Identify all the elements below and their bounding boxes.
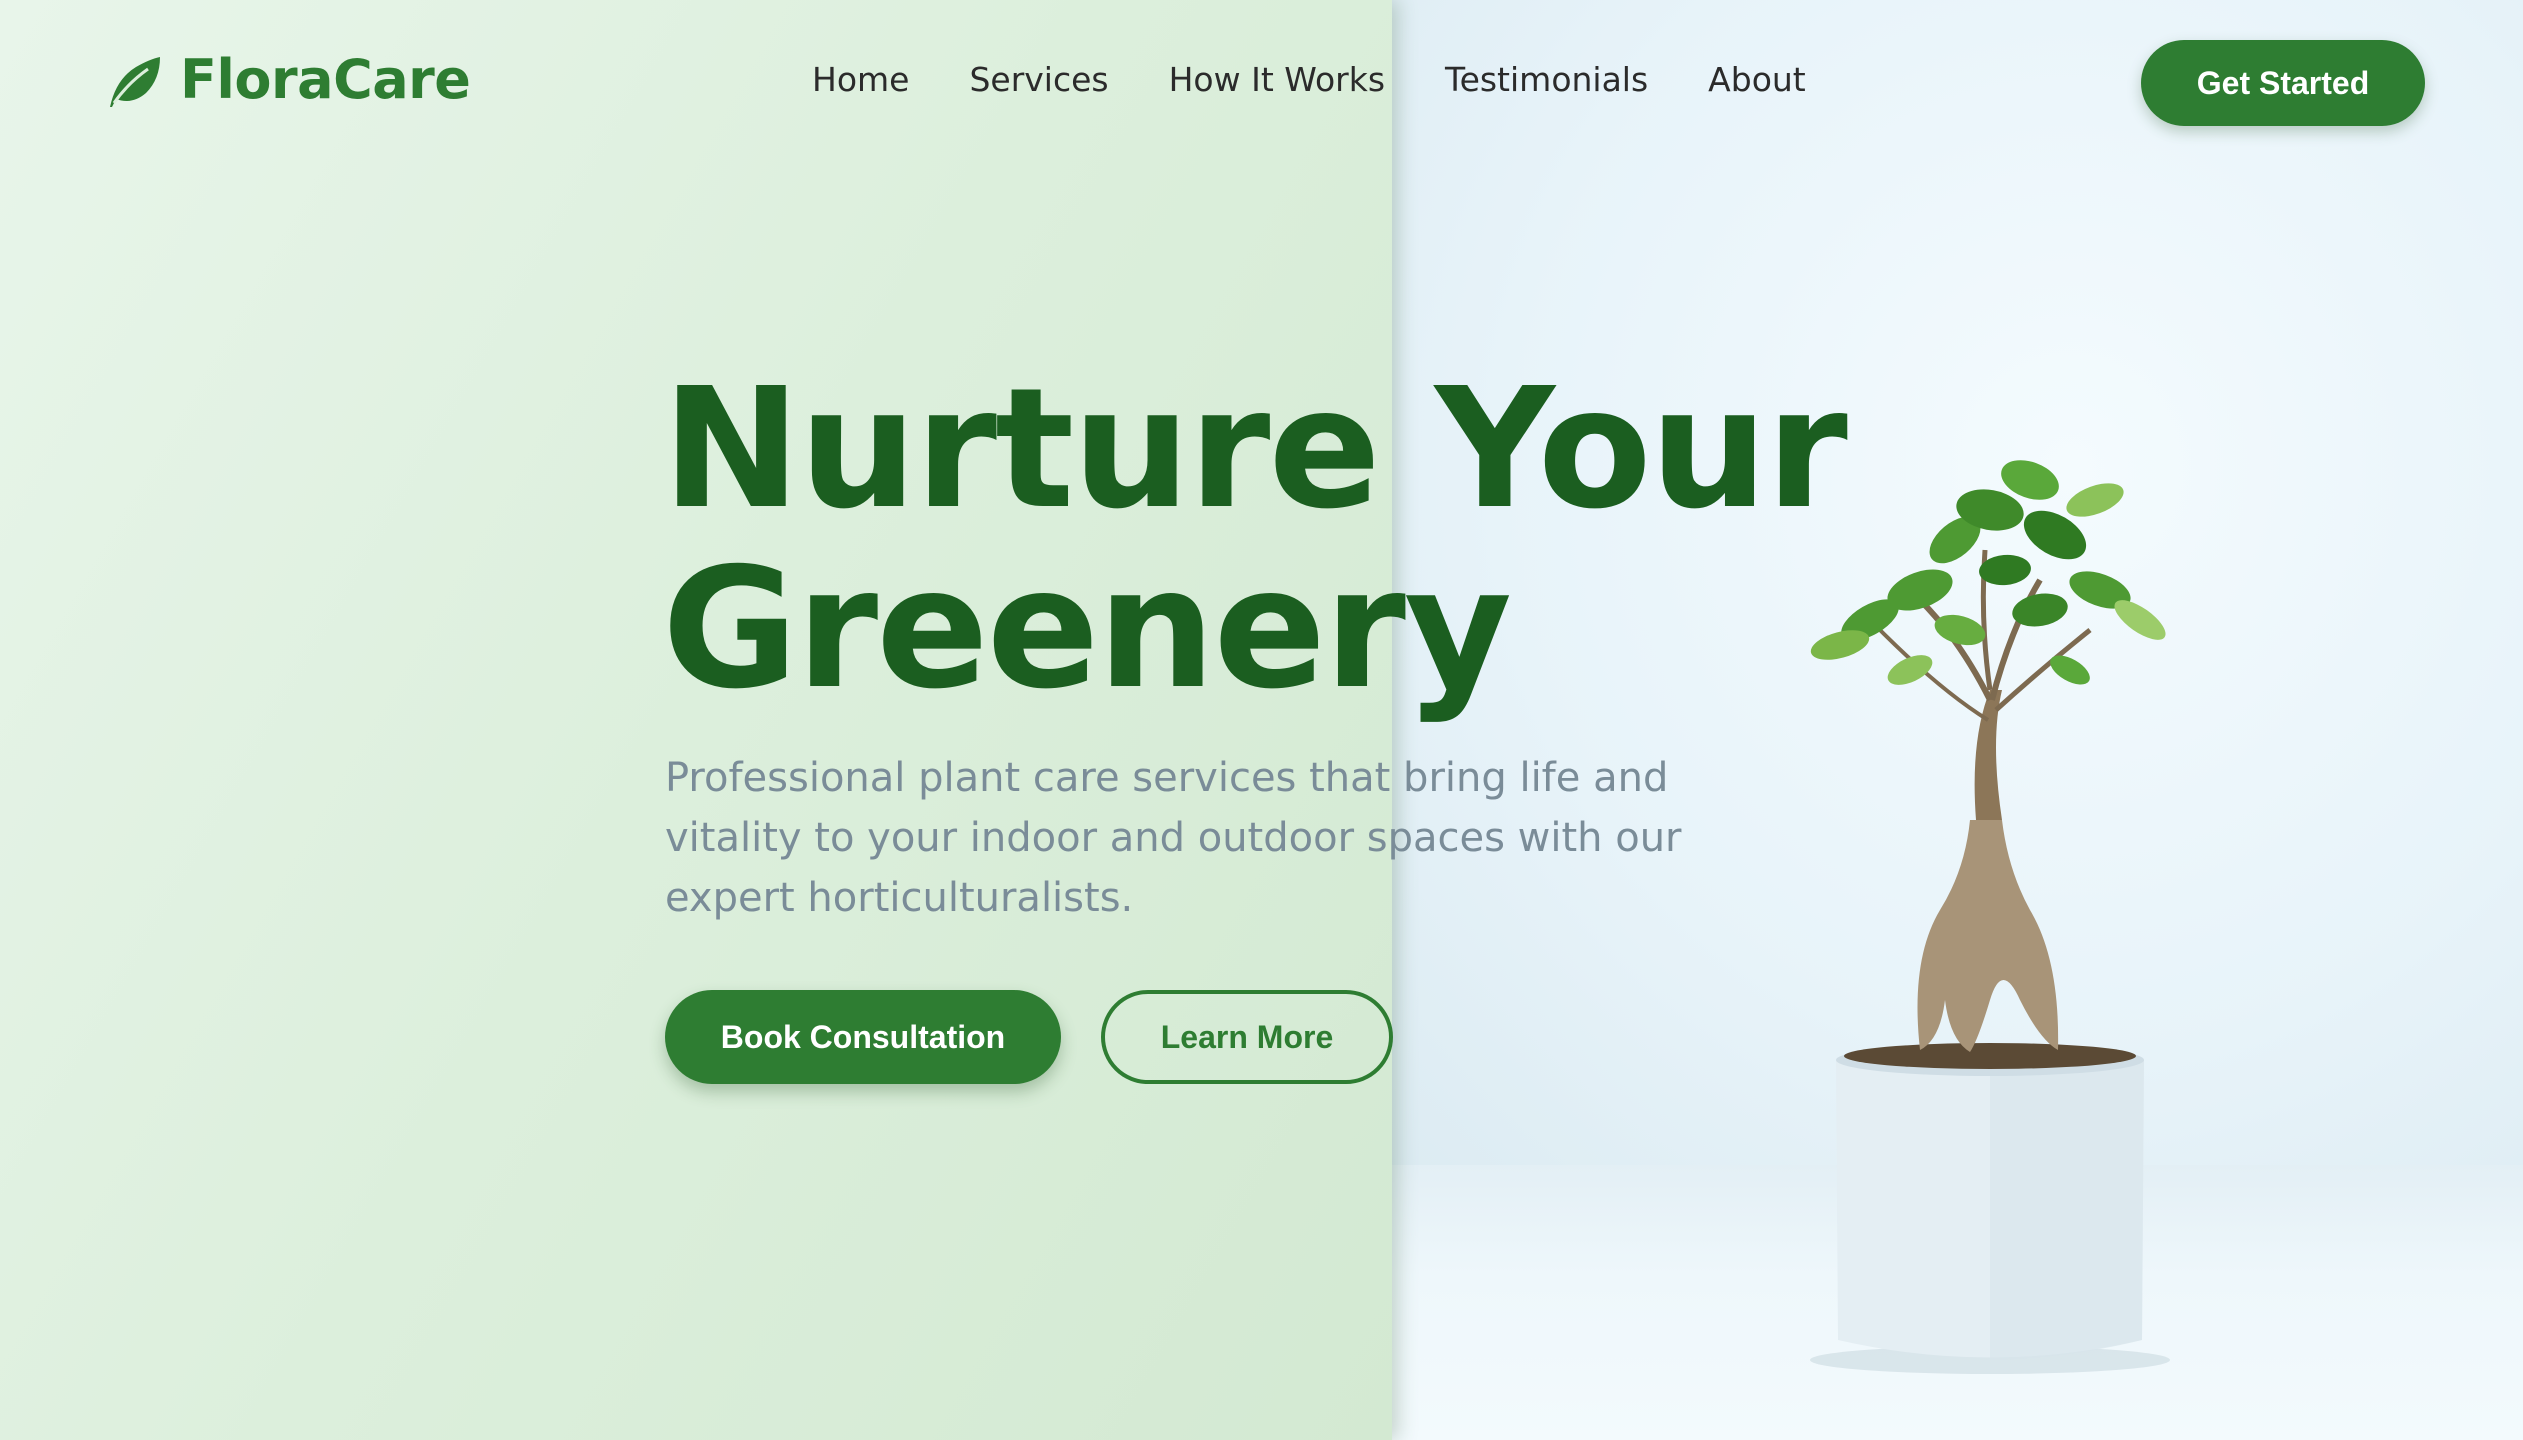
hero-title-line1: Nurture Your [662, 353, 1848, 546]
book-consultation-button[interactable]: Book Consultation [665, 990, 1061, 1084]
leaf-icon [110, 56, 160, 107]
get-started-button[interactable]: Get Started [2141, 40, 2425, 126]
nav-item-about[interactable]: About [1708, 60, 1806, 99]
hero-title-line2: Greenery [662, 533, 1512, 726]
nav-item-home[interactable]: Home [812, 60, 909, 99]
hero-title: Nurture Your Greenery [662, 360, 1848, 720]
nav-item-how-it-works[interactable]: How It Works [1169, 60, 1385, 99]
hero-subtitle: Professional plant care services that br… [665, 755, 1682, 921]
nav-links: Home Services How It Works Testimonials … [812, 60, 1866, 99]
nav-item-testimonials[interactable]: Testimonials [1445, 60, 1648, 99]
nav-item-services[interactable]: Services [969, 60, 1108, 99]
brand-logo[interactable]: FloraCare [102, 48, 471, 111]
brand-name: FloraCare [180, 48, 471, 111]
learn-more-button[interactable]: Learn More [1101, 990, 1393, 1084]
top-navigation: FloraCare Home Services How It Works Tes… [0, 0, 2523, 165]
landing-page: FloraCare Home Services How It Works Tes… [0, 0, 2523, 1440]
